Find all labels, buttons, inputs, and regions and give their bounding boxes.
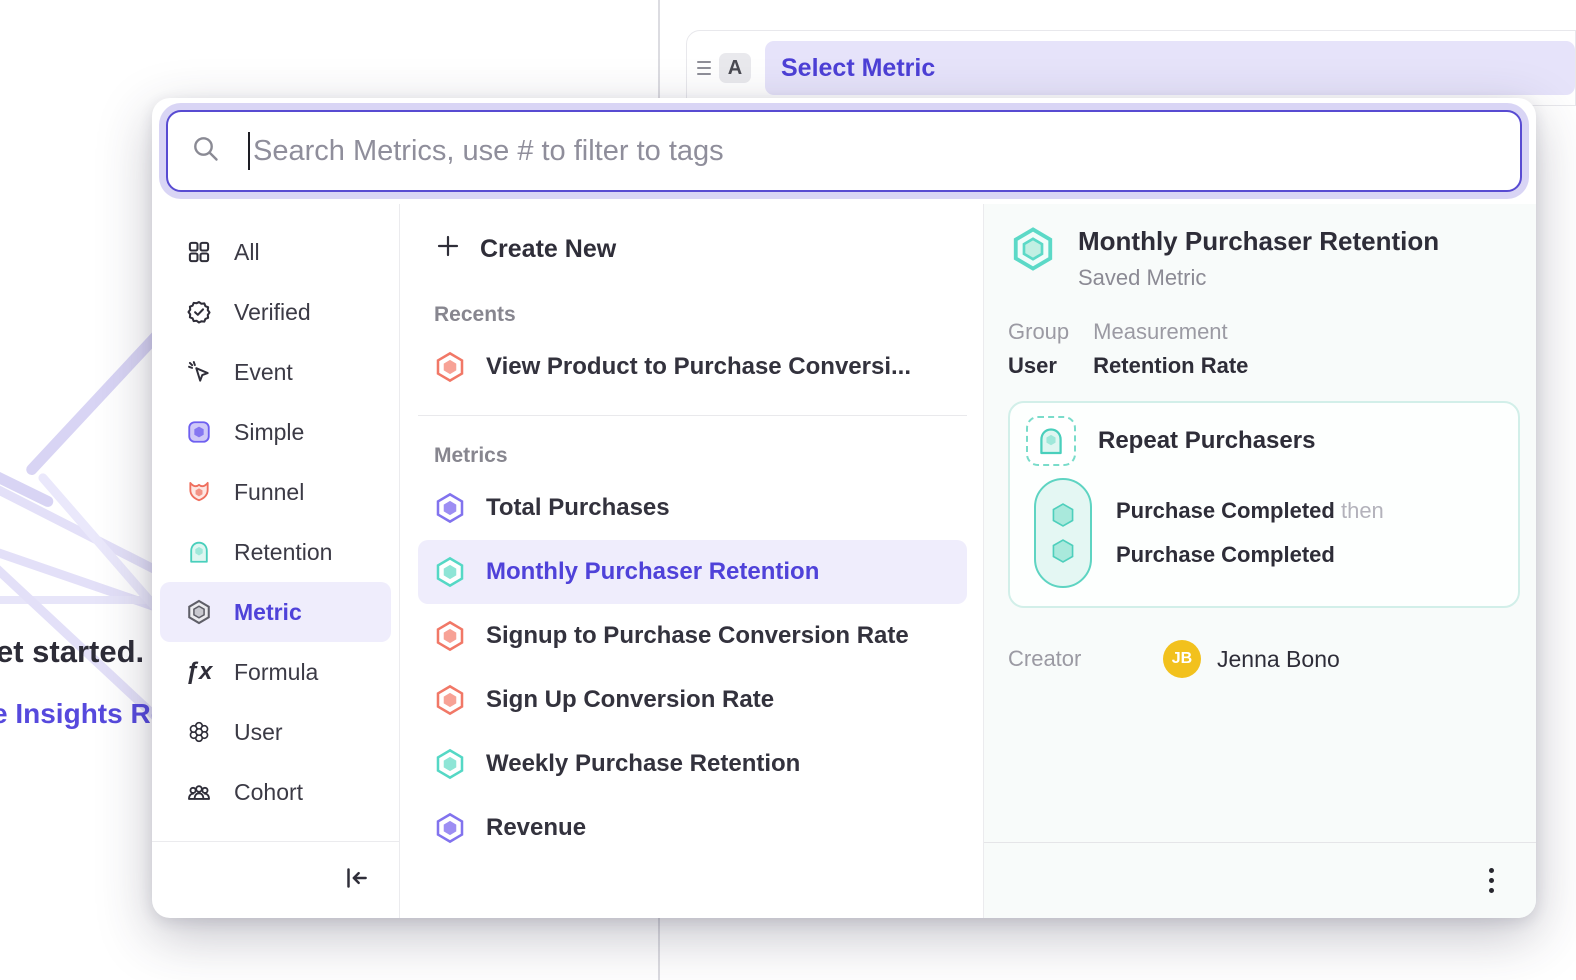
sidebar-label: Retention [234,539,332,566]
metric-hexagon-icon [184,599,214,625]
metric-item-label: Revenue [486,814,586,842]
sidebar-label: All [234,239,260,266]
metric-item-signup-to-purchase[interactable]: Signup to Purchase Conversion Rate [418,604,967,668]
sidebar-item-funnel[interactable]: Funnel [160,462,391,522]
detail-subtitle: Saved Metric [1078,265,1439,291]
recent-item[interactable]: View Product to Purchase Conversi... [418,335,967,399]
retention-metric-icon-large [1010,226,1056,272]
sidebar-label: Formula [234,659,318,686]
sidebar-item-user[interactable]: User [160,702,391,762]
step-hexagon-icon [1049,537,1077,565]
metric-item-sign-up-conversion[interactable]: Sign Up Conversion Rate [418,668,967,732]
text-caret [248,132,250,170]
funnel-metric-icon [434,351,466,383]
metric-row-card: A Select Metric [686,30,1576,106]
create-new-button[interactable]: Create New [418,224,967,275]
collapse-left-icon[interactable] [341,863,371,898]
metric-item-label: Weekly Purchase Retention [486,750,800,778]
retention-metric-icon [434,748,466,780]
meta-measurement-value: Retention Rate [1093,353,1248,379]
user-cluster-icon [184,719,214,745]
definition-name: Repeat Purchasers [1098,427,1315,455]
creator-name: Jenna Bono [1217,646,1340,673]
sidebar-item-cohort[interactable]: Cohort [160,762,391,822]
funnel-icon [184,479,214,505]
funnel-metric-icon [434,620,466,652]
search-placeholder: Search Metrics, use # to filter to tags [253,135,724,168]
search-input[interactable]: Search Metrics, use # to filter to tags [166,110,1522,192]
sidebar-label: Verified [234,299,311,326]
recents-section-label: Recents [434,303,967,327]
sidebar-item-metric[interactable]: Metric [160,582,391,642]
metric-item-label: Sign Up Conversion Rate [486,686,774,714]
definition-step-2: Purchase Completed [1116,542,1384,568]
search-icon [190,133,222,170]
metrics-section-label: Metrics [434,444,967,468]
step-hexagon-icon [1049,501,1077,529]
simple-metric-icon [434,492,466,524]
metric-item-monthly-purchaser-retention[interactable]: Monthly Purchaser Retention [418,540,967,604]
cursor-click-icon [184,359,214,385]
section-divider [418,415,967,416]
retention-icon [184,539,214,565]
sidebar-item-formula[interactable]: ƒx Formula [160,642,391,702]
simple-metric-icon [434,812,466,844]
background-heading-partial: et started. [0,634,144,670]
simple-metric-icon [184,419,214,445]
metric-picker-modal: Search Metrics, use # to filter to tags … [152,98,1536,918]
more-options-icon[interactable] [1483,862,1500,899]
metric-list-panel: Create New Recents View Product to Purch… [400,204,984,918]
metric-item-label: Signup to Purchase Conversion Rate [486,622,909,650]
sidebar-label: User [234,719,283,746]
plus-icon [434,232,462,267]
meta-group-label: Group [1008,319,1069,345]
definition-card: Repeat Purchasers [1008,401,1520,608]
sidebar-label: Event [234,359,293,386]
select-metric-button[interactable]: Select Metric [765,41,1575,95]
creator-avatar: JB [1163,640,1201,678]
creator-row: Creator JB Jenna Bono [1008,640,1520,678]
recent-item-label: View Product to Purchase Conversi... [486,353,911,381]
metric-detail-panel: Monthly Purchaser Retention Saved Metric… [984,204,1536,918]
retention-definition-icon [1026,416,1076,466]
sidebar-item-all[interactable]: All [160,222,391,282]
sidebar-item-retention[interactable]: Retention [160,522,391,582]
search-area: Search Metrics, use # to filter to tags [152,98,1536,204]
meta-group: Group User [1008,319,1069,379]
verified-badge-icon [184,299,214,325]
sidebar-label: Cohort [234,779,303,806]
select-metric-label: Select Metric [781,54,935,83]
cohort-people-icon [184,779,214,805]
meta-measurement: Measurement Retention Rate [1093,319,1248,379]
sidebar-item-event[interactable]: Event [160,342,391,402]
meta-group-value: User [1008,353,1069,379]
formula-fx-icon: ƒx [184,658,214,686]
series-a-badge: A [719,53,751,83]
retention-metric-icon [434,556,466,588]
metric-item-label: Total Purchases [486,494,670,522]
filter-sidebar: All Verified [152,204,400,918]
sidebar-label: Metric [234,599,302,626]
sidebar-item-verified[interactable]: Verified [160,282,391,342]
definition-step-1: Purchase Completed then [1116,498,1384,524]
drag-handle-icon[interactable] [697,61,711,75]
sidebar-label: Funnel [234,479,304,506]
steps-pill [1034,478,1092,588]
creator-label: Creator [1008,646,1163,672]
grid-icon [184,239,214,265]
funnel-metric-icon [434,684,466,716]
metric-item-label: Monthly Purchaser Retention [486,558,819,586]
meta-measurement-label: Measurement [1093,319,1248,345]
detail-title: Monthly Purchaser Retention [1078,226,1439,257]
metric-item-weekly-purchase-retention[interactable]: Weekly Purchase Retention [418,732,967,796]
background-link-partial[interactable]: e Insights Re [0,698,166,730]
sidebar-label: Simple [234,419,304,446]
create-new-label: Create New [480,235,616,264]
metric-item-revenue[interactable]: Revenue [418,796,967,860]
sidebar-item-simple[interactable]: Simple [160,402,391,462]
metric-item-total-purchases[interactable]: Total Purchases [418,476,967,540]
